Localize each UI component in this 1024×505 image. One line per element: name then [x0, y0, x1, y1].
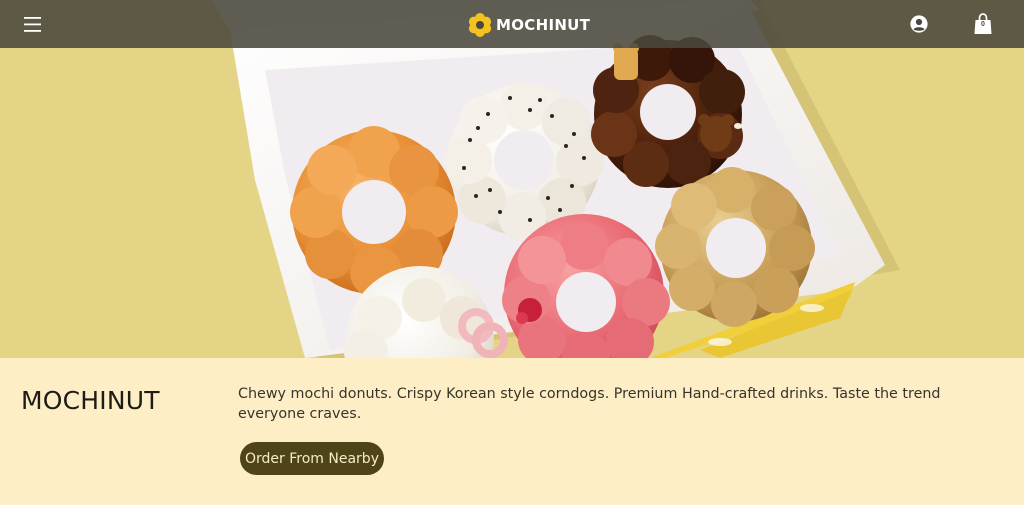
brand-logo-link[interactable]: MOCHINUT	[468, 13, 590, 37]
order-from-nearby-button[interactable]: Order From Nearby	[240, 442, 384, 475]
account-button[interactable]	[910, 15, 928, 33]
hero-banner	[0, 0, 1024, 358]
flower-donut-logo-icon	[468, 13, 492, 37]
section-description: Chewy mochi donuts. Crispy Korean style …	[238, 386, 941, 422]
menu-button[interactable]	[24, 14, 44, 34]
intro-section: MOCHINUT Chewy mochi donuts. Crispy Kore…	[0, 358, 1024, 505]
hamburger-menu-icon	[24, 16, 41, 32]
cart-button[interactable]: 0	[974, 13, 992, 35]
cart-count-badge: 0	[981, 21, 985, 28]
top-navigation-bar: MOCHINUT 0	[0, 0, 1024, 48]
brand-name: MOCHINUT	[496, 16, 591, 34]
section-title: MOCHINUT	[21, 386, 160, 415]
header-actions: 0	[910, 13, 992, 35]
user-circle-icon	[910, 15, 928, 33]
hero-donut-box-image	[211, 0, 900, 358]
